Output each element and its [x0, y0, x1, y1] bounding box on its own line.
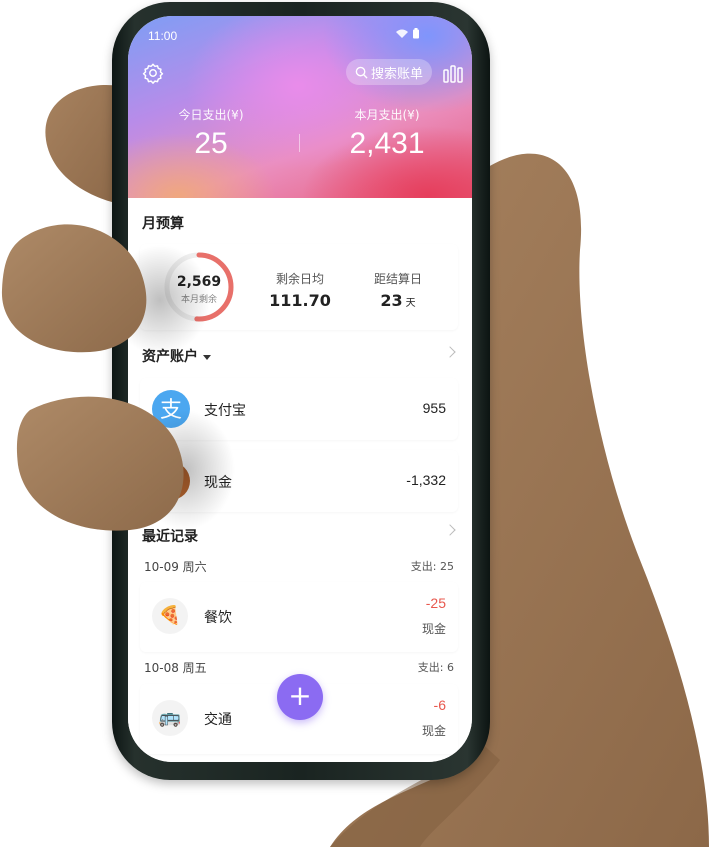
- fingers-overlay: [1, 224, 235, 531]
